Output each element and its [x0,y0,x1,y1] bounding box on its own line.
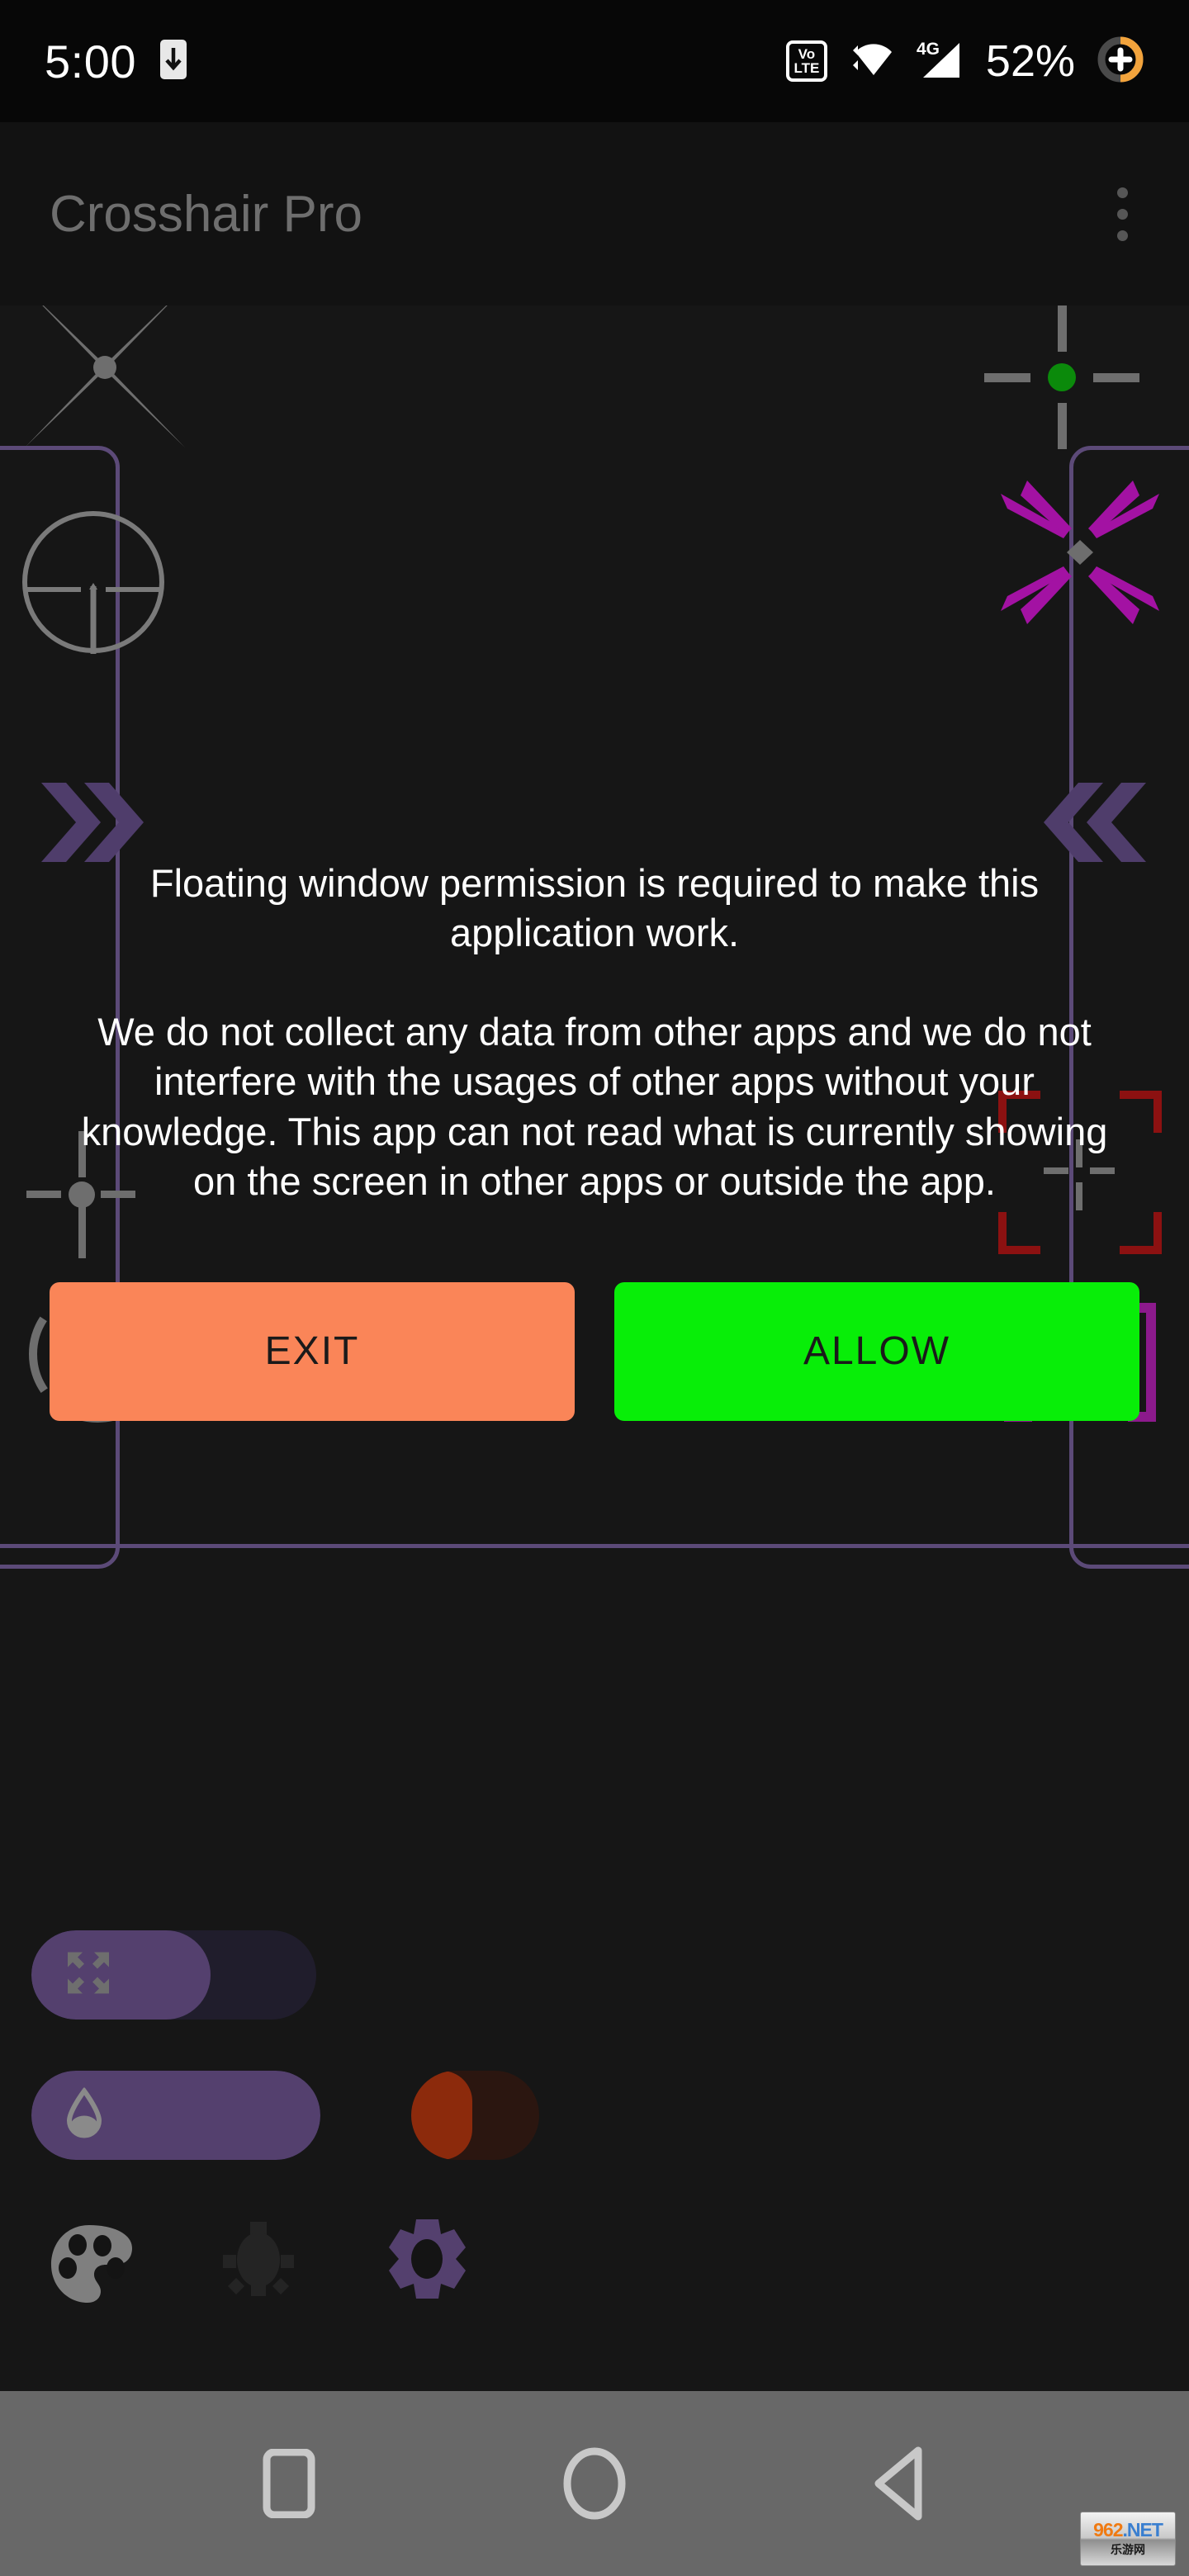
size-slider-fill [31,1930,211,2020]
overflow-dot [1117,208,1128,220]
watermark-domain: .NET [1122,2518,1163,2540]
palette-icon[interactable] [46,2218,137,2313]
app-bar: Crosshair Pro [0,122,1189,305]
phone-download-icon [159,39,187,84]
status-bar-clock: 5:00 [45,35,136,88]
opacity-slider-row [0,2071,1189,2160]
overflow-menu-icon[interactable] [1106,176,1139,253]
volte-top-label: Vo [798,46,816,62]
home-circle-icon[interactable] [545,2434,644,2533]
recents-square-icon[interactable] [239,2434,339,2533]
dialog-paragraph-1: Floating window permission is required t… [149,861,1040,955]
svg-text:4G: 4G [917,40,940,59]
page-title: Crosshair Pro [50,185,362,243]
site-watermark: 962.NET 乐游网 [1080,2512,1176,2566]
system-nav-bar: 962.NET 乐游网 [0,2391,1189,2576]
color-slider[interactable] [411,2071,539,2160]
resize-expand-icon [63,1948,114,2003]
opacity-slider[interactable] [31,2071,320,2160]
status-bar: 5:00 Vo LTE 4G 52% [0,0,1189,122]
watermark-chinese: 乐游网 [1111,2542,1145,2556]
card-baseline-divider [0,1544,1189,1548]
4g-signal-icon: 4G [917,38,964,85]
allow-button[interactable]: ALLOW [614,1281,1139,1421]
color-slider-fill [411,2071,473,2160]
watermark-number: 962 [1093,2518,1123,2540]
magenta-x-burst-diamond-crosshair [989,462,1171,640]
permission-dialog: Floating window permission is required t… [0,859,1189,1421]
size-slider[interactable] [31,1930,316,2020]
battery-percent-label: 52% [985,36,1075,86]
app-screen: 5:00 Vo LTE 4G 52% Crosshair Pro Floatin… [0,0,1189,2576]
exit-button[interactable]: EXIT [50,1281,575,1421]
tool-icon-row [0,2216,1189,2315]
overflow-dot [1117,187,1128,198]
status-bar-left: 5:00 [45,35,187,88]
back-triangle-icon[interactable] [850,2434,950,2533]
wifi-icon [849,39,895,84]
dialog-paragraph-2: We do not collect any data from other ap… [81,1010,1108,1203]
status-bar-right: Vo LTE 4G 52% [785,36,1144,88]
battery-charging-plus-icon [1097,36,1144,88]
scope-circle-crosshair [15,504,172,665]
overflow-dot [1117,230,1128,241]
volte-bottom-label: LTE [793,60,820,76]
volte-icon: Vo LTE [785,40,827,82]
watermark-top-line: 962.NET [1093,2518,1163,2540]
settings-gear-icon[interactable] [380,2216,475,2315]
opacity-drop-icon [63,2086,106,2143]
dialog-button-row: EXIT ALLOW [50,1281,1139,1421]
bottom-controls [0,1915,1189,2386]
cross-green-dot-crosshair [966,289,1156,475]
size-slider-row [0,1930,1189,2020]
brightness-bulb-icon[interactable] [213,2218,304,2313]
